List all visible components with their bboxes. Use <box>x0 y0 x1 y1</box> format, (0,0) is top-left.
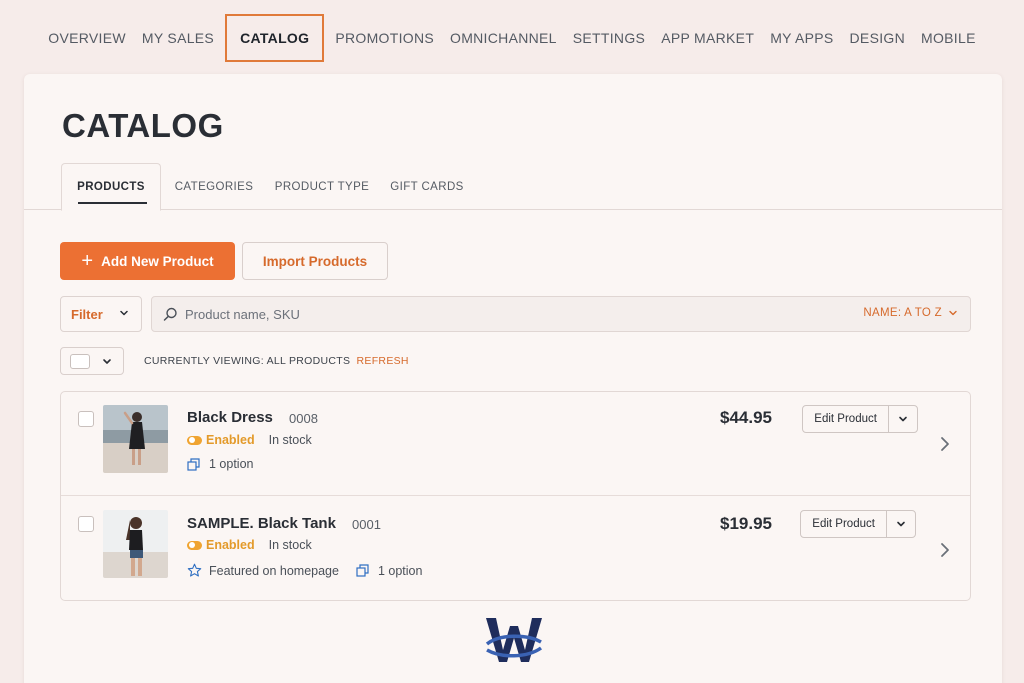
copy-icon <box>356 564 369 577</box>
product-price: $19.95 <box>720 514 772 533</box>
tab-gift-cards[interactable]: GIFT CARDS <box>386 163 468 210</box>
nav-item-overview[interactable]: OVERVIEW <box>40 30 134 46</box>
product-thumbnail[interactable] <box>103 510 168 578</box>
bulk-select-dropdown[interactable] <box>60 347 124 375</box>
search-input[interactable] <box>185 297 745 331</box>
page-title: CATALOG <box>62 107 224 144</box>
product-thumbnail[interactable] <box>103 405 168 473</box>
product-price: $44.95 <box>720 408 772 427</box>
nav-item-my-sales[interactable]: MY SALES <box>134 30 222 46</box>
tab-products[interactable]: PRODUCTS <box>61 163 161 211</box>
product-name[interactable]: SAMPLE. Black Tank <box>187 515 336 532</box>
edit-product-button[interactable]: Edit Product <box>801 511 888 537</box>
stock-status: In stock <box>268 538 312 552</box>
product-row[interactable]: Black Dress 0008 Enabled In stock 1 opti… <box>61 392 970 495</box>
nav-item-mobile[interactable]: MOBILE <box>913 30 984 46</box>
import-products-button[interactable]: Import Products <box>242 242 388 280</box>
sort-label: NAME: A TO Z <box>863 307 942 319</box>
options-count: 1 option <box>377 563 423 578</box>
edit-product-group: Edit Product <box>800 510 916 538</box>
product-status: Enabled In stock <box>187 538 312 552</box>
status-enabled: Enabled <box>206 538 255 552</box>
product-photo-black-dress <box>103 405 168 473</box>
search-icon <box>163 307 177 321</box>
edit-product-group: Edit Product <box>802 405 918 433</box>
product-sku: 0008 <box>289 411 318 426</box>
featured-label: Featured on homepage <box>209 563 339 578</box>
product-name[interactable]: Black Dress <box>187 409 273 426</box>
product-meta: 1 option <box>187 457 270 471</box>
status-enabled: Enabled <box>206 433 255 447</box>
active-tab-underline <box>78 202 147 204</box>
logo-icon <box>485 618 543 662</box>
product-row[interactable]: SAMPLE. Black Tank 0001 Enabled In stock… <box>61 495 970 601</box>
options-info: 1 option <box>356 564 422 578</box>
chevron-down-icon <box>899 416 907 422</box>
catalog-tabs: PRODUCTS CATEGORIES PRODUCT TYPE GIFT CA… <box>24 163 1002 211</box>
stock-status: In stock <box>268 433 312 447</box>
copy-icon <box>187 457 200 471</box>
product-search: NAME: A TO Z <box>151 296 971 332</box>
viewing-text: CURRENTLY VIEWING: ALL PRODUCTS <box>144 355 351 367</box>
options-info: 1 option <box>187 457 253 471</box>
star-icon <box>187 563 202 577</box>
toggle-on-icon <box>187 540 202 550</box>
refresh-link[interactable]: REFRESH <box>357 355 409 367</box>
edit-menu-toggle[interactable] <box>887 511 915 537</box>
chevron-right-icon[interactable] <box>939 436 951 452</box>
row-checkbox[interactable] <box>78 411 94 427</box>
product-photo-black-tank <box>103 510 168 578</box>
nav-item-promotions[interactable]: PROMOTIONS <box>327 30 442 46</box>
viewing-status: CURRENTLY VIEWING: ALL PRODUCTS REFRESH <box>144 355 409 367</box>
tab-categories[interactable]: CATEGORIES <box>170 163 258 210</box>
edit-product-button[interactable]: Edit Product <box>803 406 890 432</box>
chevron-down-icon <box>897 521 905 527</box>
catalog-card: CATALOG PRODUCTS CATEGORIES PRODUCT TYPE… <box>24 74 1002 683</box>
edit-menu-toggle[interactable] <box>889 406 917 432</box>
chevron-down-icon <box>103 359 111 364</box>
nav-item-omnichannel[interactable]: OMNICHANNEL <box>442 30 565 46</box>
product-meta: Featured on homepage 1 option <box>187 563 439 578</box>
filter-dropdown[interactable]: Filter <box>60 296 142 332</box>
chevron-down-icon <box>120 310 128 316</box>
nav-item-my-apps[interactable]: MY APPS <box>762 30 841 46</box>
sort-dropdown[interactable]: NAME: A TO Z <box>863 307 958 319</box>
nav-item-settings[interactable]: SETTINGS <box>565 30 653 46</box>
add-new-product-button[interactable]: + Add New Product <box>60 242 235 280</box>
plus-icon: + <box>81 250 94 272</box>
product-status: Enabled In stock <box>187 433 312 447</box>
select-all-checkbox[interactable] <box>70 354 90 369</box>
row-checkbox[interactable] <box>78 516 94 532</box>
main-navigation: OVERVIEW MY SALES CATALOG PROMOTIONS OMN… <box>0 0 1024 70</box>
toggle-on-icon <box>187 435 202 445</box>
chevron-down-icon <box>949 310 957 316</box>
nav-item-catalog[interactable]: CATALOG <box>225 14 325 62</box>
nav-item-design[interactable]: DESIGN <box>842 30 913 46</box>
add-new-product-label: Add New Product <box>101 253 214 269</box>
product-list: Black Dress 0008 Enabled In stock 1 opti… <box>60 391 971 601</box>
tab-product-type[interactable]: PRODUCT TYPE <box>270 163 374 210</box>
filter-label: Filter <box>71 306 103 322</box>
nav-item-app-market[interactable]: APP MARKET <box>653 30 762 46</box>
product-sku: 0001 <box>352 517 381 532</box>
featured-info: Featured on homepage <box>187 563 339 578</box>
tab-products-label: PRODUCTS <box>77 181 145 193</box>
chevron-right-icon[interactable] <box>939 542 951 558</box>
options-count: 1 option <box>209 457 254 471</box>
